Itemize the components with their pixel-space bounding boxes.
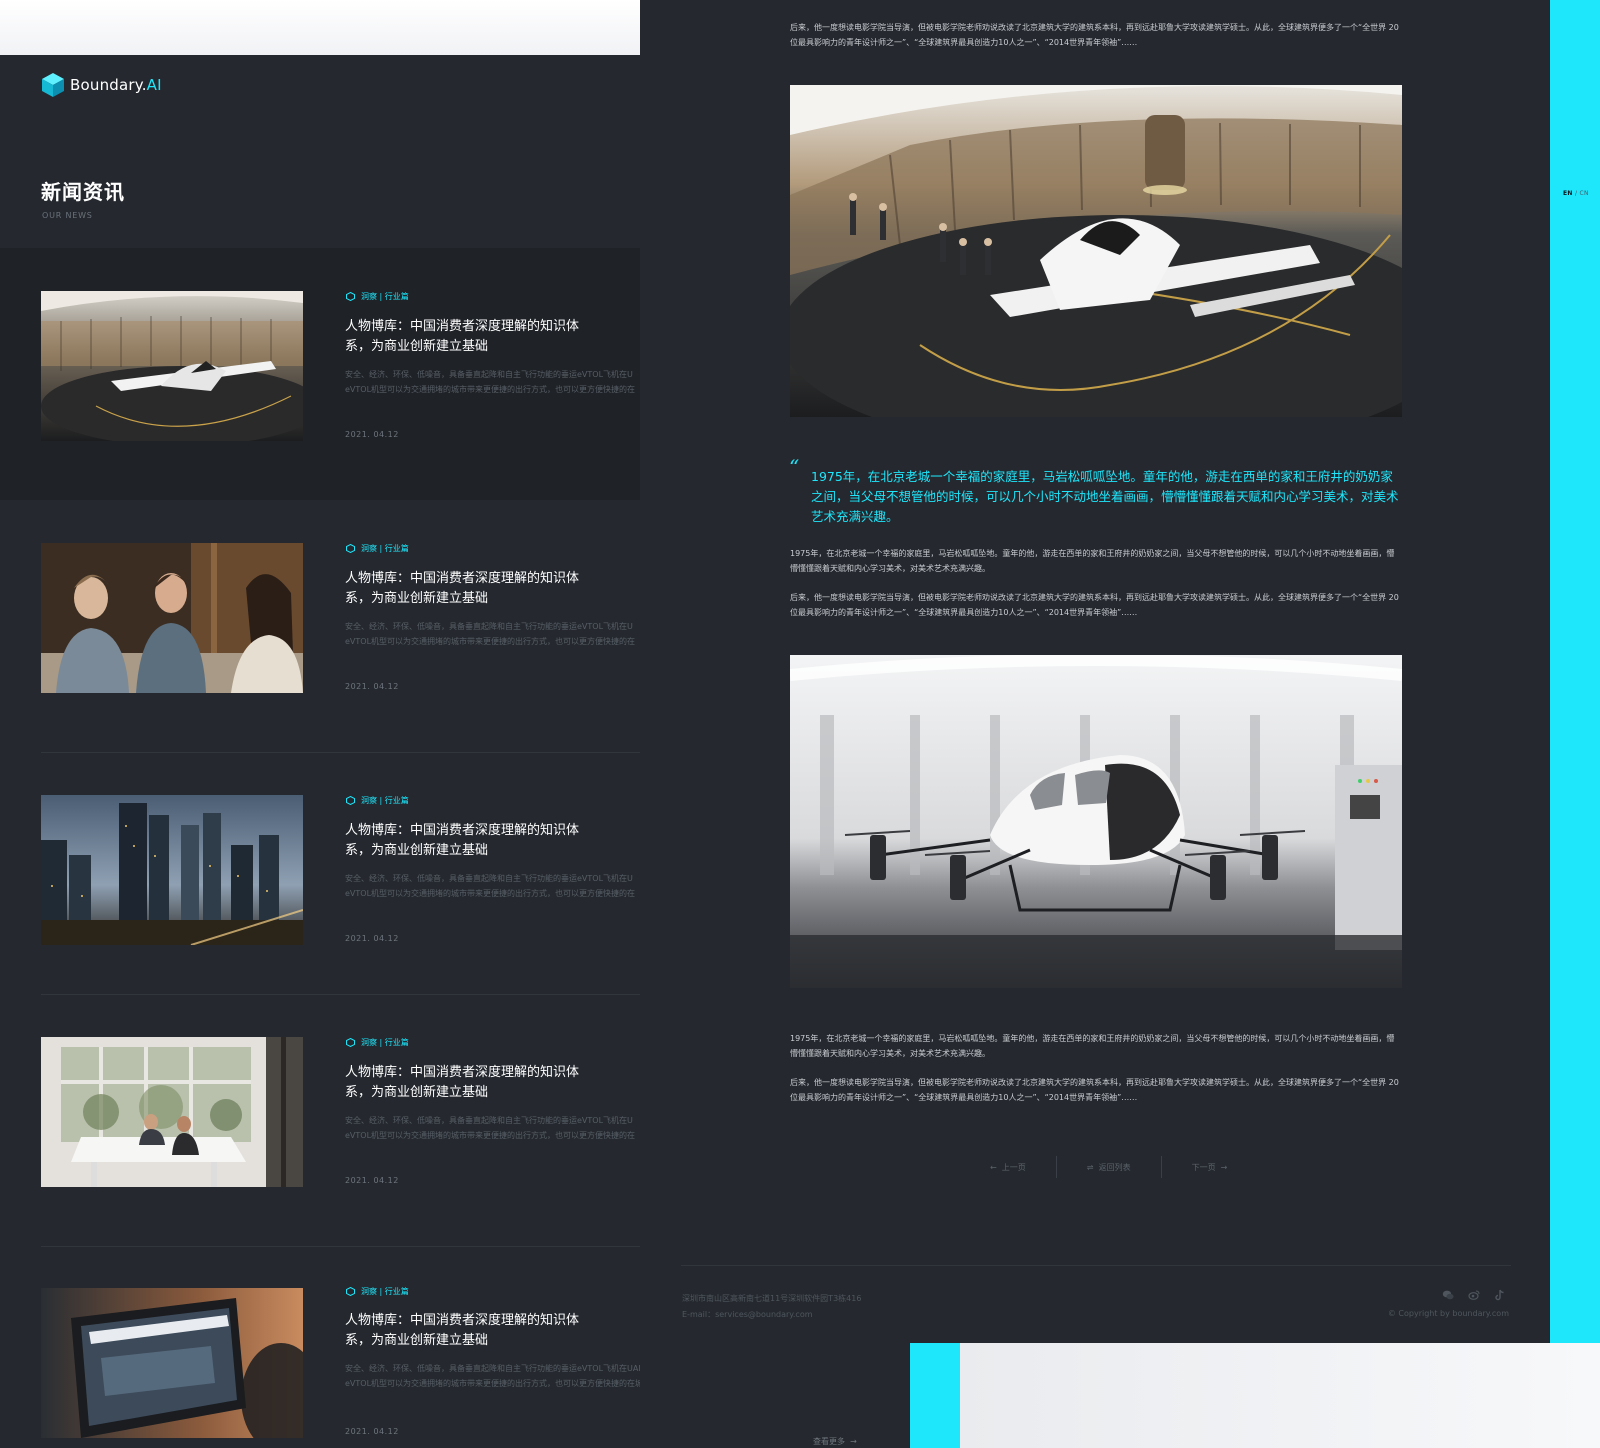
news-date: 2021. 04.12 xyxy=(345,430,399,439)
wechat-icon[interactable] xyxy=(1442,1286,1454,1300)
news-summary: 安全、经济、环保、低噪音，具备垂直起降和自主飞行功能的垂运eVTOL飞机在U eV… xyxy=(345,874,636,898)
news-title[interactable]: 人物博库：中国消费者深度理解的知识体系，为商业创新建立基础 xyxy=(345,317,585,357)
news-item[interactable]: 洞察 | 行业篇 人物博库：中国消费者深度理解的知识体系，为商业创新建立基础 安… xyxy=(0,994,640,1246)
news-list-page: Boundary.AI 新闻资讯 OUR NEWS 洞察 | 行业篇 人物博库：… xyxy=(0,55,640,1448)
accent-bar-right xyxy=(1550,0,1600,1343)
news-summary: 安全、经济、环保、低噪音，具备垂直起降和自主飞行功能的垂运eVTOL飞机在U eV… xyxy=(345,622,636,646)
news-item[interactable]: 洞察 | 行业篇 人物博库：中国消费者深度理解的知识体系，为商业创新建立基础 安… xyxy=(0,752,640,1004)
article-paragraph: 后来，他一度想读电影学院当导演，但被电影学院老师劝说改读了北京建筑大学的建筑系本… xyxy=(790,1078,1399,1102)
article-paragraph: 后来，他一度想读电影学院当导演，但被电影学院老师劝说改读了北京建筑大学的建筑系本… xyxy=(790,23,1399,47)
article-detail-page: 后来，他一度想读电影学院当导演，但被电影学院老师劝说改读了北京建筑大学的建筑系本… xyxy=(640,0,1550,1343)
tiktok-icon[interactable] xyxy=(1494,1286,1506,1301)
news-thumbnail-meeting[interactable] xyxy=(41,543,303,693)
news-thumbnail-laptop[interactable] xyxy=(41,1288,303,1438)
footer-copyright: © Copyright by boundary.com xyxy=(1387,1309,1509,1318)
footer-email[interactable]: E-mail：services@boundary.com xyxy=(682,1309,813,1320)
article-paragraph: 后来，他一度想读电影学院当导演，但被电影学院老师劝说改读了北京建筑大学的建筑系本… xyxy=(790,593,1399,617)
news-date: 2021. 04.12 xyxy=(345,1176,399,1185)
accent-bar-bottom xyxy=(910,1343,960,1448)
weibo-icon[interactable] xyxy=(1468,1286,1480,1300)
news-summary: 安全、经济、环保、低噪音，具备垂直起降和自主飞行功能的垂运eVTOL飞机在U eV… xyxy=(345,1116,636,1140)
news-summary: 安全、经济、环保、低噪音，具备垂直起降和自主飞行功能的垂运eVTOL飞机在UAM… xyxy=(345,1364,640,1388)
prev-page-button[interactable]: ← 上一页 xyxy=(960,1156,1056,1178)
news-title[interactable]: 人物博库：中国消费者深度理解的知识体系，为商业创新建立基础 xyxy=(345,1311,585,1351)
news-title[interactable]: 人物博库：中国消费者深度理解的知识体系，为商业创新建立基础 xyxy=(345,569,585,609)
category-icon xyxy=(346,796,355,805)
news-date: 2021. 04.12 xyxy=(345,682,399,691)
news-thumbnail-city[interactable] xyxy=(41,795,303,945)
view-more-link[interactable]: 查看更多 → xyxy=(813,1436,857,1447)
social-icons xyxy=(1442,1286,1506,1301)
category-icon xyxy=(346,1038,355,1047)
news-thumbnail-aircraft[interactable] xyxy=(41,291,303,441)
article-image-evtol xyxy=(790,85,1402,417)
news-item[interactable]: 洞察 | 行业篇 人物博库：中国消费者深度理解的知识体系，为商业创新建立基础 安… xyxy=(0,248,640,500)
footer-address: 深圳市南山区高新南七道11号深圳软件园T3栋416 xyxy=(682,1294,862,1303)
news-thumbnail-office[interactable] xyxy=(41,1037,303,1187)
article-pull-quote: 1975年，在北京老城一个幸福的家庭里，马岩松呱呱坠地。童年的他，游走在西单的家… xyxy=(811,469,1399,524)
article-image-drone xyxy=(790,655,1402,988)
next-page-button[interactable]: 下一页 → xyxy=(1162,1156,1258,1178)
news-tag[interactable]: 洞察 | 行业篇 xyxy=(346,543,409,554)
cube-logo-icon xyxy=(42,73,64,97)
news-list-overflow xyxy=(640,1343,910,1448)
news-tag[interactable]: 洞察 | 行业篇 xyxy=(346,291,409,302)
news-item[interactable]: 洞察 | 行业篇 人物博库：中国消费者深度理解的知识体系，为商业创新建立基础 安… xyxy=(0,1245,640,1448)
news-tag[interactable]: 洞察 | 行业篇 xyxy=(346,1037,409,1048)
footer-divider xyxy=(681,1265,1511,1266)
brand-name: Boundary.AI xyxy=(70,76,162,94)
news-title[interactable]: 人物博库：中国消费者深度理解的知识体系，为商业创新建立基础 xyxy=(345,821,585,861)
bottom-backdrop xyxy=(960,1343,1600,1448)
arrow-left-icon: ← xyxy=(990,1162,1002,1172)
category-icon xyxy=(346,544,355,553)
news-tag[interactable]: 洞察 | 行业篇 xyxy=(346,1286,409,1297)
quote-mark-icon: “ xyxy=(789,455,800,479)
article-pager: ← 上一页 ⇌ 返回列表 下一页 → xyxy=(960,1156,1257,1178)
article-paragraph: 1975年，在北京老城一个幸福的家庭里，马岩松呱呱坠地。童年的他，游走在西单的家… xyxy=(790,549,1395,573)
article-paragraph: 1975年，在北京老城一个幸福的家庭里，马岩松呱呱坠地。童年的他，游走在西单的家… xyxy=(790,1034,1395,1058)
news-summary: 安全、经济、环保、低噪音，具备垂直起降和自主飞行功能的垂运eVTOL飞机在U eV… xyxy=(345,370,636,394)
list-icon: ⇌ xyxy=(1086,1162,1099,1172)
news-title[interactable]: 人物博库：中国消费者深度理解的知识体系，为商业创新建立基础 xyxy=(345,1063,585,1103)
back-to-list-button[interactable]: ⇌ 返回列表 xyxy=(1057,1156,1161,1178)
news-date: 2021. 04.12 xyxy=(345,934,399,943)
lang-en[interactable]: EN xyxy=(1563,190,1573,197)
category-icon xyxy=(346,1287,355,1296)
category-icon xyxy=(346,292,355,301)
arrow-right-icon: → xyxy=(1215,1162,1228,1172)
page-title: 新闻资讯 xyxy=(41,180,125,204)
brand-logo[interactable]: Boundary.AI xyxy=(41,72,162,98)
page-subtitle: OUR NEWS xyxy=(42,211,93,220)
top-backdrop xyxy=(0,0,640,55)
news-tag[interactable]: 洞察 | 行业篇 xyxy=(346,795,409,806)
lang-cn[interactable]: CN xyxy=(1579,190,1588,197)
news-item[interactable]: 洞察 | 行业篇 人物博库：中国消费者深度理解的知识体系，为商业创新建立基础 安… xyxy=(0,500,640,752)
language-switch[interactable]: EN / CN xyxy=(1563,190,1589,197)
news-date: 2021. 04.12 xyxy=(345,1427,399,1436)
